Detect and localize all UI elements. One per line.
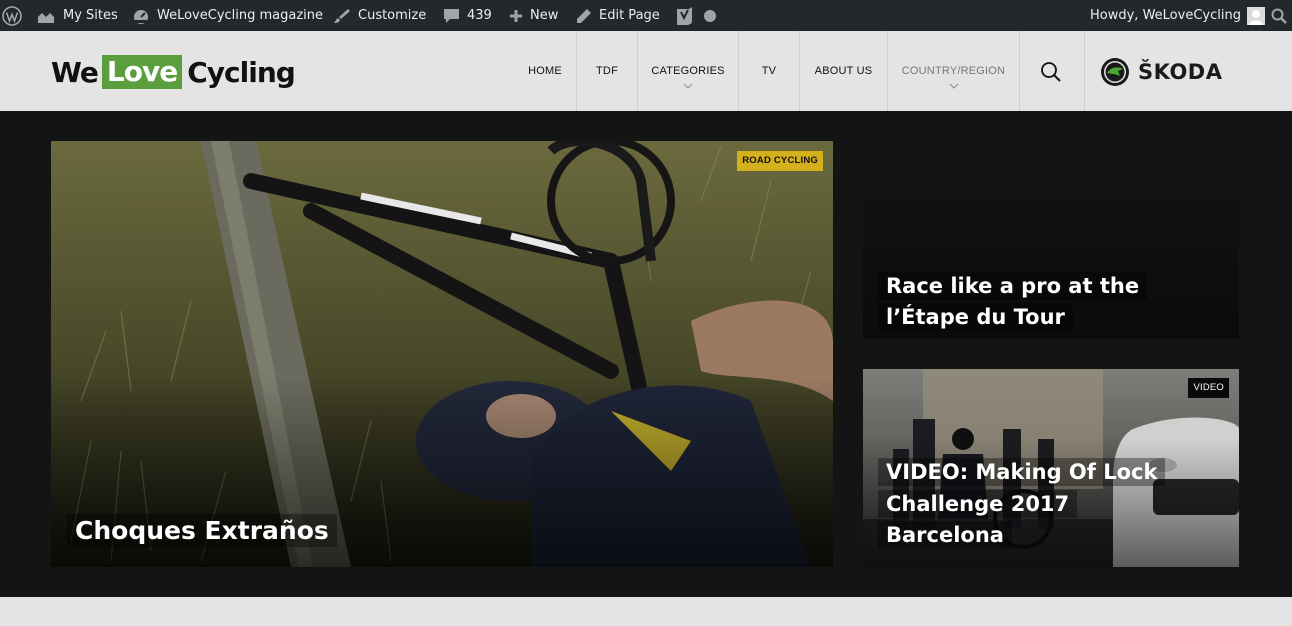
site-search-button[interactable] <box>1040 61 1062 88</box>
featured-post-main[interactable]: ROAD CYCLING Choques Extraños <box>51 141 833 567</box>
featured-post-main-title[interactable]: Choques Extraños <box>67 514 337 547</box>
search-icon <box>1271 8 1287 24</box>
wordpress-logo-icon[interactable] <box>2 0 22 31</box>
sponsor-name: ŠKODA <box>1138 60 1223 84</box>
search-icon <box>1041 62 1061 82</box>
featured-post-bottom-title-line1: VIDEO: Making Of Lock <box>878 458 1166 486</box>
site-logo[interactable]: We Love Cycling <box>51 55 296 89</box>
logo-love: Love <box>101 55 183 89</box>
nav-divider <box>1084 31 1085 111</box>
comment-bubble-icon <box>444 8 459 23</box>
new-label: New <box>530 8 559 23</box>
featured-post-bottom-title-line2: Challenge 2017 <box>878 489 1078 518</box>
chevron-down-icon <box>683 83 693 89</box>
featured-post-top-title-line2: l’Étape du Tour <box>878 303 1073 331</box>
comments-link[interactable]: 439 <box>443 0 492 31</box>
featured-post-bottom-right[interactable]: VIDEO VIDEO: Making Of Lock Challenge 20… <box>863 369 1239 567</box>
customize-link[interactable]: Customize <box>333 0 426 31</box>
seo-status-dot-icon <box>704 9 716 22</box>
nav-home[interactable]: HOME <box>514 31 576 111</box>
nav-home-label: HOME <box>528 65 562 77</box>
nav-categories[interactable]: CATEGORIES <box>638 31 738 111</box>
nav-tdf[interactable]: TDF <box>577 31 637 111</box>
edit-page-link[interactable]: Edit Page <box>576 0 660 31</box>
site-header: We Love Cycling HOME TDF CATEGORIES TV A… <box>0 31 1292 111</box>
site-name-label: WeLoveCycling magazine <box>157 8 324 23</box>
avatar-icon <box>1246 6 1265 25</box>
nav-tv-label: TV <box>761 65 777 77</box>
paintbrush-icon <box>334 8 350 23</box>
chevron-down-icon <box>949 83 958 89</box>
nav-categories-label: CATEGORIES <box>651 65 725 77</box>
featured-post-bottom-title-line3: Barcelona <box>878 521 1012 549</box>
featured-post-top-title-line1: Race like a pro at the <box>878 272 1148 300</box>
seo-menu[interactable] <box>675 0 716 31</box>
skoda-arrow-icon <box>1101 58 1129 86</box>
logo-cycling: Cycling <box>187 55 296 89</box>
nav-country-region-label: COUNTRY/REGION <box>901 65 1006 77</box>
featured-post-top-title[interactable]: Race like a pro at the l’Étape du Tour <box>878 271 1148 333</box>
sponsor-logo[interactable]: ŠKODA <box>1100 57 1223 87</box>
my-sites-icon <box>38 12 54 23</box>
new-content-menu[interactable]: New <box>509 0 558 31</box>
nav-tv[interactable]: TV <box>739 31 799 111</box>
nav-tdf-label: TDF <box>596 65 618 77</box>
customize-label: Customize <box>358 8 427 23</box>
category-tag-video[interactable]: VIDEO <box>1188 378 1229 398</box>
account-menu[interactable]: Howdy, WeLoveCycling <box>1090 0 1265 31</box>
comments-count: 439 <box>467 8 492 23</box>
howdy-label: Howdy, WeLoveCycling <box>1090 8 1241 23</box>
edit-page-label: Edit Page <box>599 8 660 23</box>
category-tag-road-cycling[interactable]: ROAD CYCLING <box>737 151 823 171</box>
plus-icon <box>510 9 522 22</box>
featured-post-bottom-title[interactable]: VIDEO: Making Of Lock Challenge 2017 Bar… <box>878 457 1166 552</box>
nav-about-us[interactable]: ABOUT US <box>800 31 887 111</box>
pencil-icon <box>577 8 591 23</box>
featured-post-main-title-text: Choques Extraños <box>67 514 337 547</box>
my-sites-label: My Sites <box>63 8 118 23</box>
featured-posts: ROAD CYCLING Choques Extraños Race like … <box>0 111 1292 597</box>
yoast-seo-icon <box>677 6 692 25</box>
cyclist-crash-photo <box>51 141 833 567</box>
site-name-menu[interactable]: WeLoveCycling magazine <box>132 0 323 31</box>
admin-bar: My Sites WeLoveCycling magazine Customiz… <box>0 0 1292 31</box>
dashboard-icon <box>134 9 148 24</box>
nav-country-region[interactable]: COUNTRY/REGION <box>888 31 1019 111</box>
admin-search-button[interactable] <box>1271 0 1287 31</box>
nav-about-us-label: ABOUT US <box>814 65 873 77</box>
content-area-top <box>0 597 1292 626</box>
featured-post-top-right[interactable]: Race like a pro at the l’Étape du Tour <box>863 141 1239 339</box>
nav-divider <box>1019 31 1020 111</box>
logo-we: We <box>51 55 99 89</box>
my-sites-menu[interactable]: My Sites <box>36 0 118 31</box>
